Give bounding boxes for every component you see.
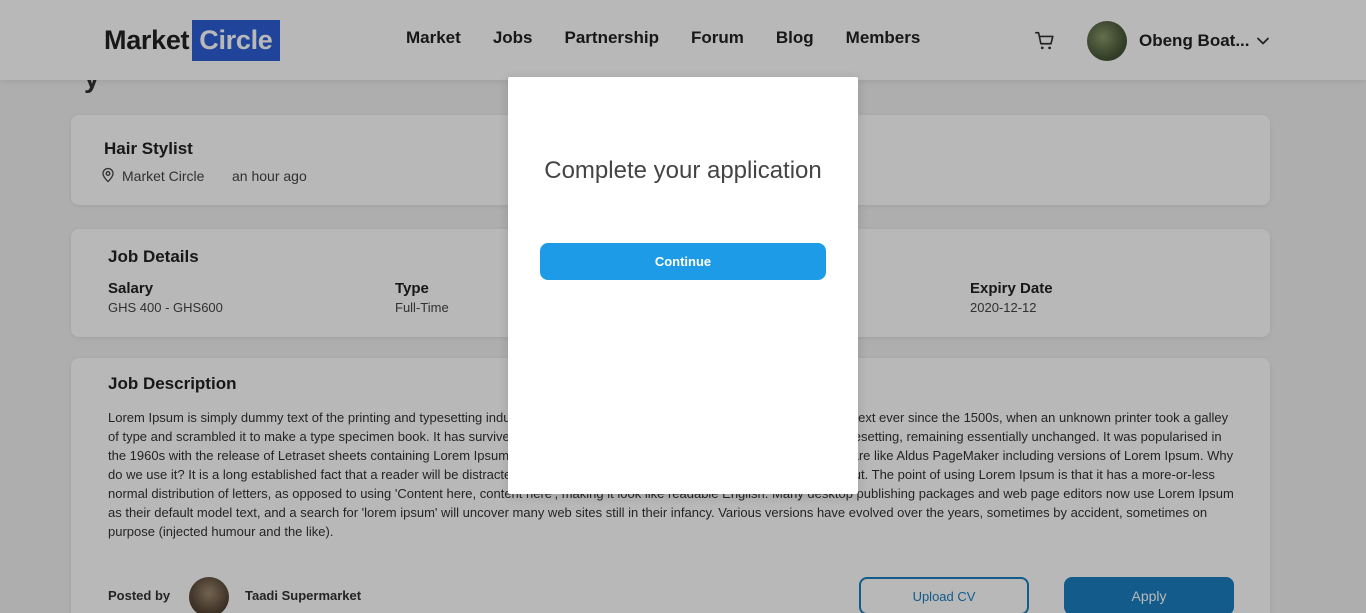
modal-title: Complete your application: [544, 157, 822, 184]
continue-button[interactable]: Continue: [540, 243, 826, 280]
application-modal: Complete your application Continue: [508, 77, 858, 494]
